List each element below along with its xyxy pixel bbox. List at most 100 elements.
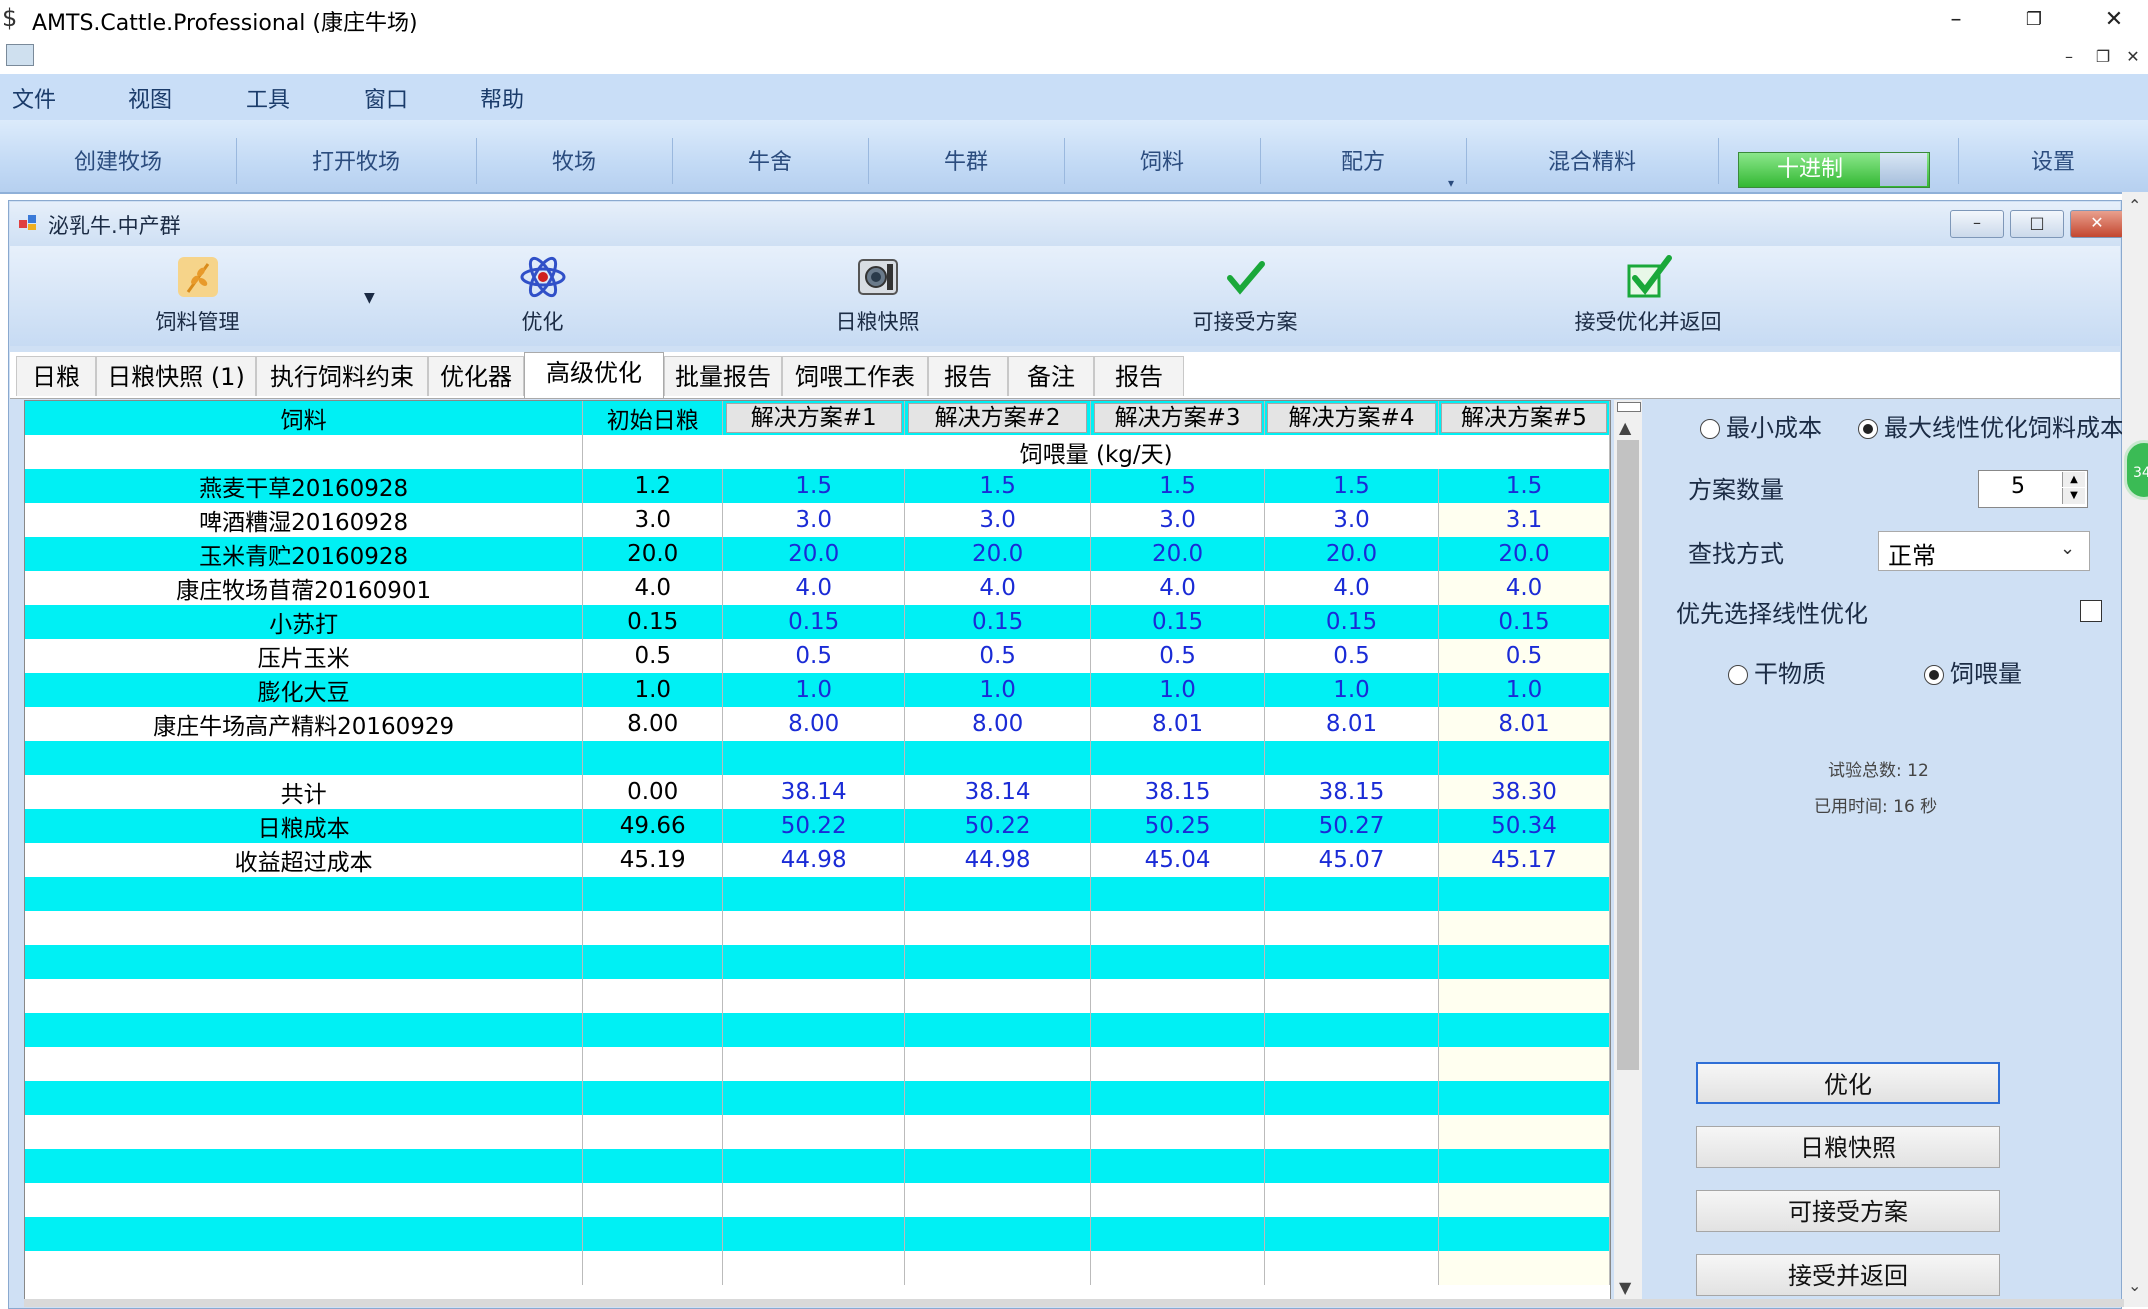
empty-cell[interactable]: [1438, 1183, 1610, 1217]
value-cell[interactable]: 0.5: [904, 639, 1092, 673]
feed-name-cell[interactable]: 啤酒糟湿20160928: [25, 503, 584, 537]
solution-header[interactable]: 解决方案#3: [1093, 403, 1262, 433]
value-cell[interactable]: 1.0: [1264, 673, 1439, 707]
empty-cell[interactable]: [1090, 1047, 1266, 1081]
empty-cell[interactable]: [1090, 945, 1266, 979]
empty-cell[interactable]: [722, 1149, 906, 1183]
value-cell[interactable]: 4.0: [1090, 571, 1266, 605]
objective-min-cost-radio[interactable]: 最小成本: [1700, 408, 1822, 443]
value-cell[interactable]: 0.15: [1438, 605, 1610, 639]
feed-name-cell[interactable]: 康庄牛场高产精料20160929: [25, 707, 584, 741]
close-icon[interactable]: ✕: [2084, 0, 2144, 40]
value-cell[interactable]: 44.98: [904, 843, 1092, 877]
empty-cell[interactable]: [582, 1217, 724, 1251]
empty-cell[interactable]: [1264, 1251, 1439, 1285]
empty-cell[interactable]: [1264, 1217, 1439, 1251]
optimize-button[interactable]: 优化: [1696, 1062, 2000, 1104]
value-cell[interactable]: 50.34: [1438, 809, 1610, 843]
grid-scroll-thumb[interactable]: [1617, 440, 1639, 1070]
empty-cell[interactable]: [1438, 877, 1610, 911]
value-cell[interactable]: 49.66: [582, 809, 724, 843]
empty-cell[interactable]: [1090, 1251, 1266, 1285]
empty-cell[interactable]: [582, 1081, 724, 1115]
feed-name-cell[interactable]: 玉米青贮20160928: [25, 537, 584, 571]
empty-cell[interactable]: [582, 877, 724, 911]
empty-cell[interactable]: [582, 1251, 724, 1285]
empty-cell[interactable]: [25, 1047, 584, 1081]
dropdown-arrow-icon[interactable]: ▼: [364, 290, 375, 306]
empty-cell[interactable]: [1090, 1013, 1266, 1047]
mdi-minimize-icon[interactable]: –: [2056, 46, 2082, 68]
empty-cell[interactable]: [904, 877, 1092, 911]
optimize-toolbar-button[interactable]: 优化: [490, 252, 595, 336]
empty-cell[interactable]: [722, 945, 906, 979]
value-cell[interactable]: 4.0: [1264, 571, 1439, 605]
empty-cell[interactable]: [1438, 911, 1610, 945]
menu-window[interactable]: 窗口: [364, 82, 408, 114]
empty-cell[interactable]: [1264, 1013, 1439, 1047]
value-cell[interactable]: 20.0: [1438, 537, 1610, 571]
empty-cell[interactable]: [722, 1047, 906, 1081]
empty-cell[interactable]: [25, 877, 584, 911]
empty-cell[interactable]: [904, 1081, 1092, 1115]
empty-cell[interactable]: [1090, 1149, 1266, 1183]
empty-cell[interactable]: [582, 911, 724, 945]
value-cell[interactable]: 8.00: [904, 707, 1092, 741]
empty-cell[interactable]: [582, 945, 724, 979]
value-cell[interactable]: 4.0: [582, 571, 724, 605]
window-scroll-up-icon[interactable]: ⌃: [2128, 196, 2141, 215]
tab-report-2[interactable]: 报告 2: [1094, 356, 1184, 431]
solution-header[interactable]: 解决方案#1: [725, 403, 902, 433]
value-cell[interactable]: 1.5: [1438, 469, 1610, 503]
window-scrollbar[interactable]: [2122, 192, 2148, 1307]
value-cell[interactable]: 1.5: [1264, 469, 1439, 503]
empty-cell[interactable]: [1264, 1115, 1439, 1149]
tab-notes[interactable]: 备注: [1008, 356, 1094, 396]
value-cell[interactable]: 3.0: [1090, 503, 1266, 537]
menu-help[interactable]: 帮助: [480, 82, 524, 114]
value-cell[interactable]: [1438, 741, 1610, 775]
value-cell[interactable]: 0.5: [582, 639, 724, 673]
accept-return-button[interactable]: 接受并返回: [1696, 1254, 2000, 1296]
empty-cell[interactable]: [722, 1081, 906, 1115]
empty-cell[interactable]: [722, 877, 906, 911]
menu-view[interactable]: 视图: [128, 82, 172, 114]
empty-cell[interactable]: [582, 1149, 724, 1183]
feed-name-cell[interactable]: 收益超过成本: [25, 843, 584, 877]
acceptable-solutions-toolbar-button[interactable]: 可接受方案: [1180, 252, 1310, 336]
value-cell[interactable]: 1.0: [1090, 673, 1266, 707]
value-cell[interactable]: 3.0: [1264, 503, 1439, 537]
value-cell[interactable]: 38.14: [904, 775, 1092, 809]
empty-cell[interactable]: [1264, 1149, 1439, 1183]
empty-cell[interactable]: [904, 1013, 1092, 1047]
value-cell[interactable]: 0.15: [1264, 605, 1439, 639]
solution-header[interactable]: 解决方案#4: [1267, 403, 1436, 433]
menu-tools[interactable]: 工具: [246, 82, 290, 114]
empty-cell[interactable]: [904, 1217, 1092, 1251]
value-cell[interactable]: [582, 741, 724, 775]
value-cell[interactable]: 20.0: [1264, 537, 1439, 571]
empty-cell[interactable]: [1438, 1217, 1610, 1251]
value-cell[interactable]: 0.5: [1264, 639, 1439, 673]
floating-badge[interactable]: 34: [2124, 440, 2148, 500]
value-cell[interactable]: 1.0: [722, 673, 906, 707]
mdi-restore-icon[interactable]: ❐: [2090, 46, 2116, 68]
tab-feeding-worksheet[interactable]: 饲喂工作表: [782, 356, 928, 396]
empty-cell[interactable]: [25, 1183, 584, 1217]
empty-cell[interactable]: [582, 979, 724, 1013]
mdi-close-icon[interactable]: ✕: [2120, 46, 2146, 68]
empty-cell[interactable]: [1090, 1217, 1266, 1251]
empty-cell[interactable]: [904, 1047, 1092, 1081]
empty-cell[interactable]: [25, 911, 584, 945]
empty-cell[interactable]: [1090, 1183, 1266, 1217]
empty-cell[interactable]: [25, 1081, 584, 1115]
empty-cell[interactable]: [582, 1115, 724, 1149]
feed-name-cell[interactable]: 燕麦干草20160928: [25, 469, 584, 503]
empty-cell[interactable]: [722, 979, 906, 1013]
nav-herd[interactable]: 牛群: [868, 120, 1064, 192]
empty-cell[interactable]: [1438, 1115, 1610, 1149]
value-cell[interactable]: 1.2: [582, 469, 724, 503]
empty-cell[interactable]: [1090, 877, 1266, 911]
value-cell[interactable]: 44.98: [722, 843, 906, 877]
feed-name-cell[interactable]: 压片玉米: [25, 639, 584, 673]
